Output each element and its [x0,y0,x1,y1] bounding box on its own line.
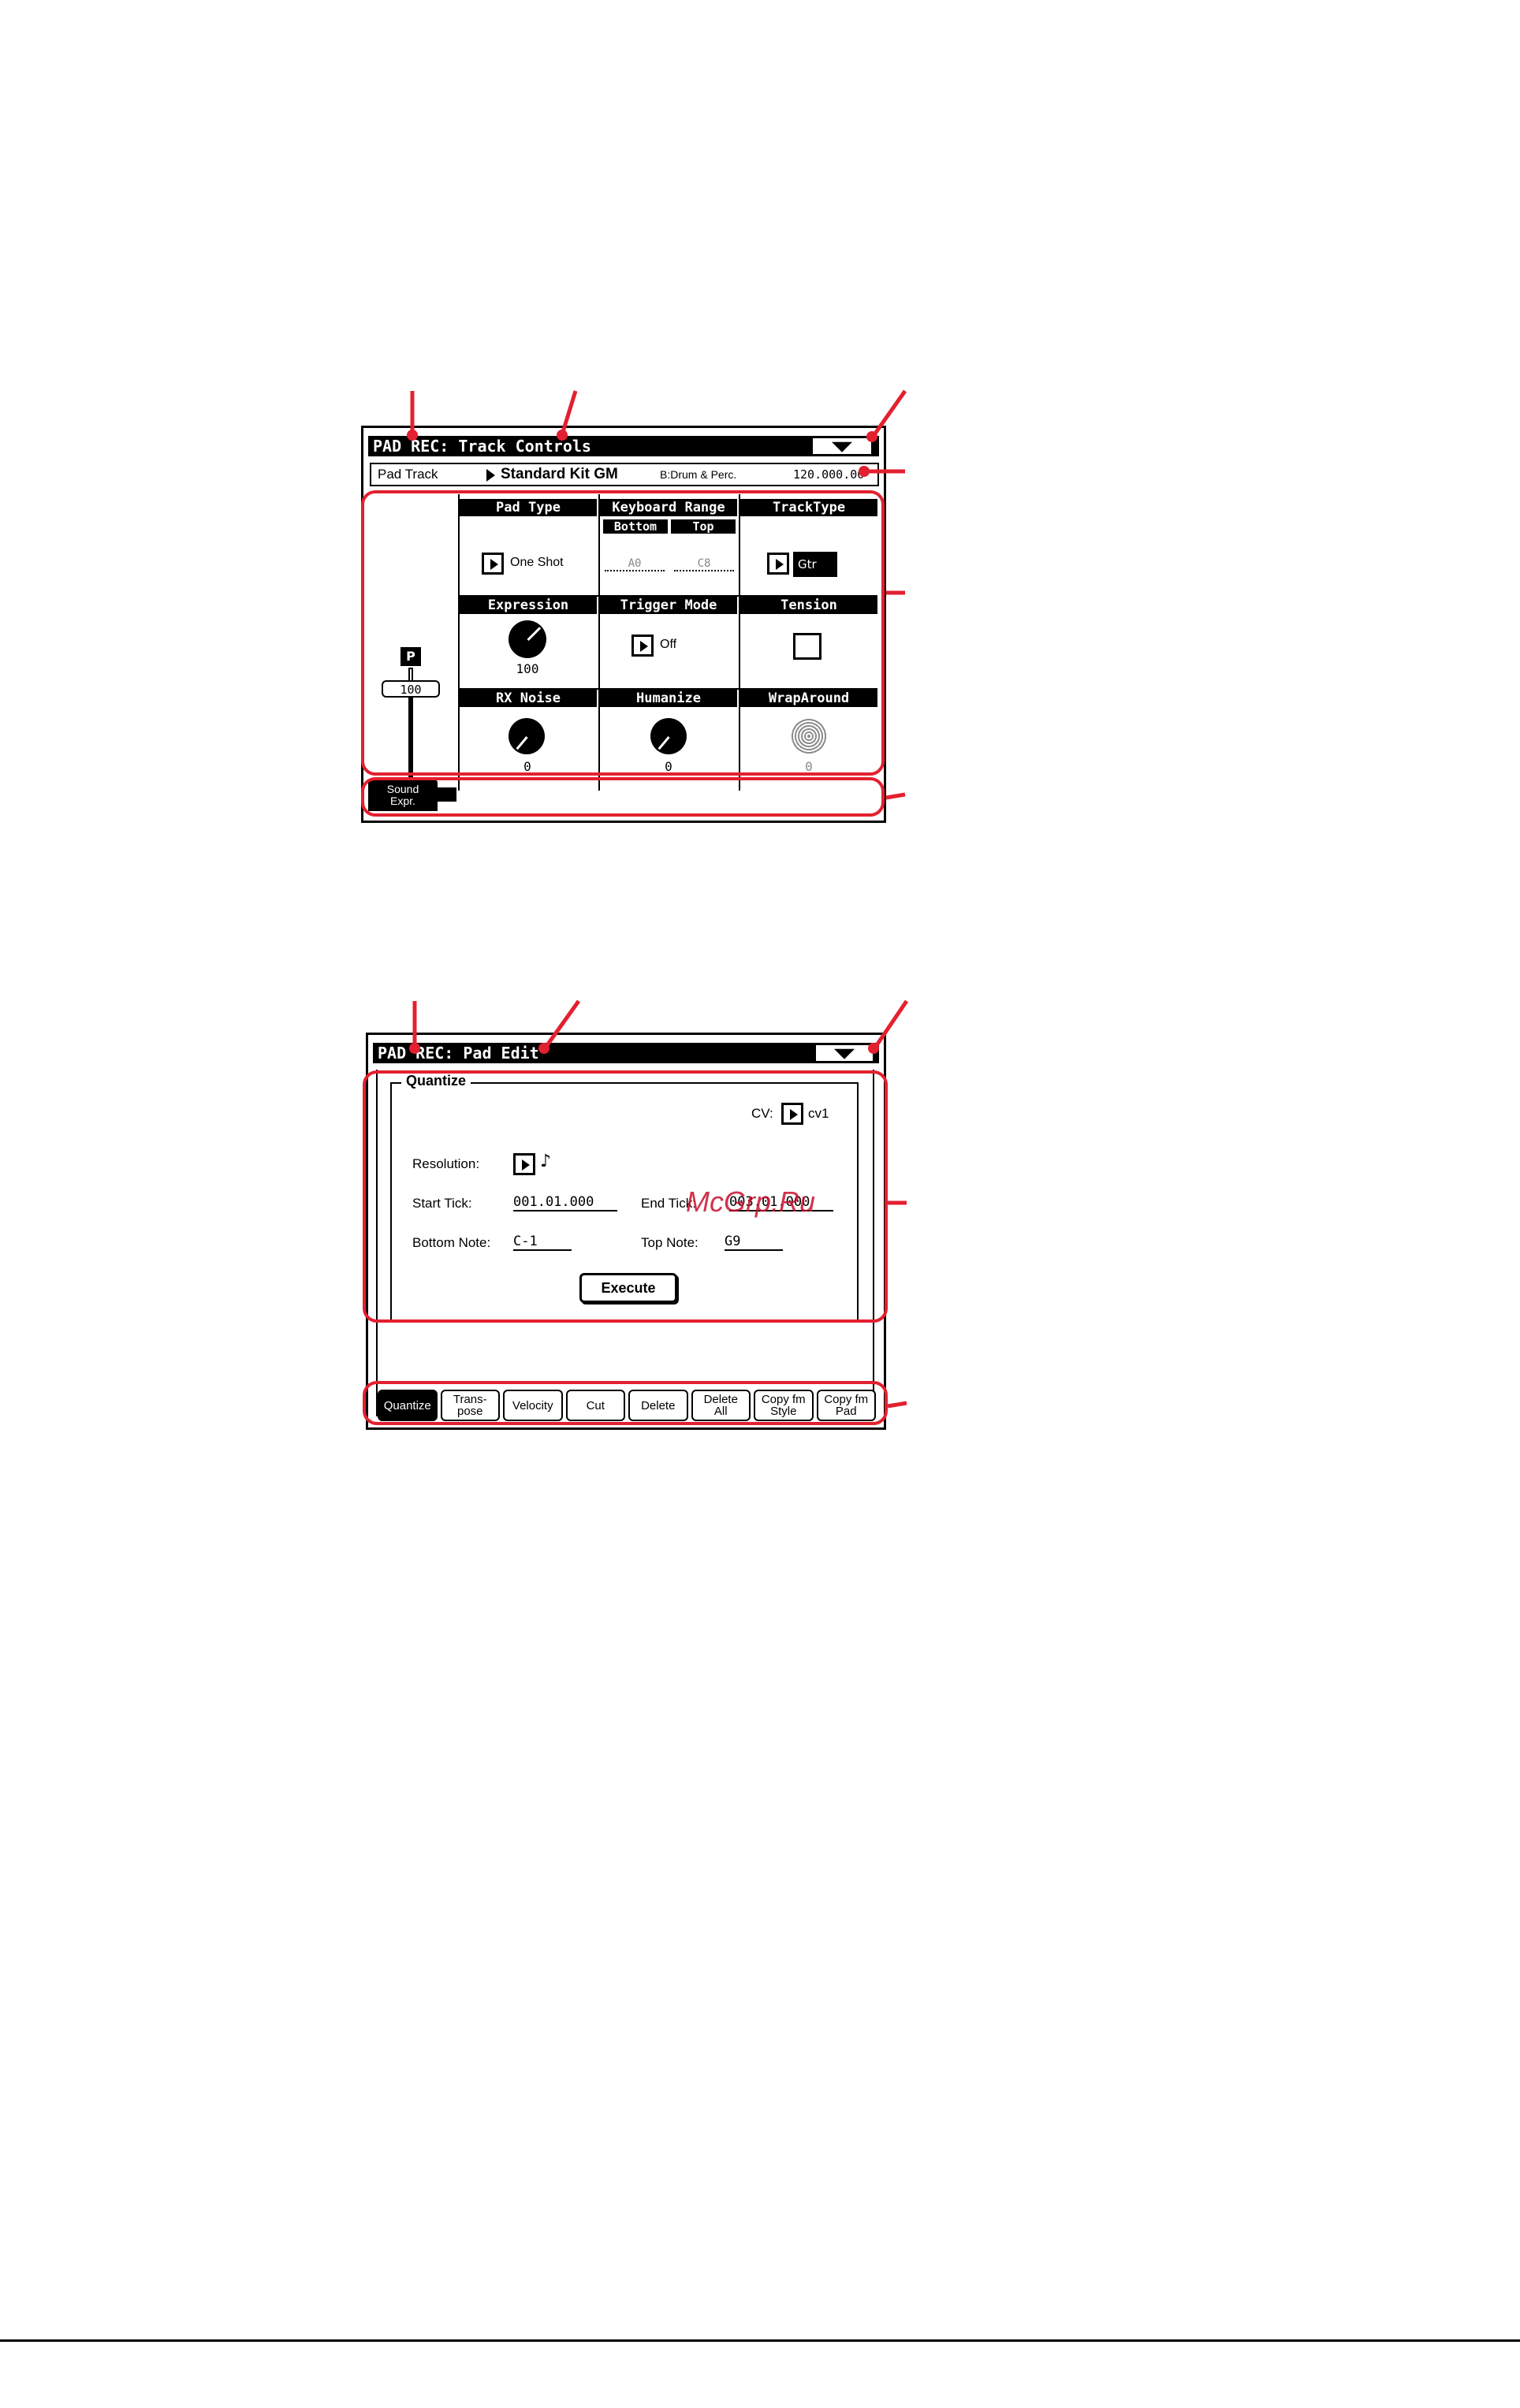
callout-line [885,792,906,800]
callout-dot [557,430,568,441]
callout-line [873,389,907,435]
callout-lines-screen1 [407,389,907,800]
callout-line [887,1401,907,1409]
callout-dot [866,431,877,442]
page-bottom-rule [0,2339,1520,2342]
callout-dot [409,1043,420,1054]
callout-dot [407,430,418,441]
callout-line [561,390,578,433]
callout-line [874,999,909,1047]
callout-lines-screen2 [409,999,909,1409]
watermark: McGrp.Ru [686,1185,816,1218]
callout-line [545,999,581,1047]
callout-dot [538,1043,550,1054]
callout-dot [859,466,870,477]
callout-dot [868,1043,879,1054]
